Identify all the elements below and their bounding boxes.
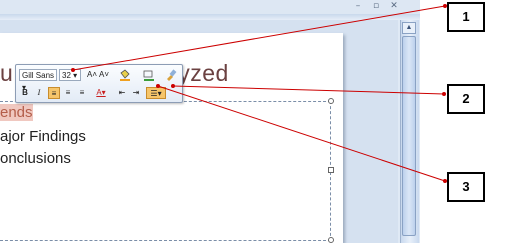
callout-dot-2 [171, 84, 175, 88]
callout-line-1 [72, 5, 446, 71]
callout-dot-3 [156, 84, 160, 88]
callout-line-2 [172, 85, 445, 95]
callout-1: 1 [447, 2, 485, 32]
callout-3: 3 [447, 172, 485, 202]
callout-dot-2-end [442, 92, 446, 96]
callout-2: 2 [447, 84, 485, 114]
callout-dot-1 [71, 68, 75, 72]
callout-lines [71, 4, 447, 183]
callout-line-3 [157, 85, 446, 182]
